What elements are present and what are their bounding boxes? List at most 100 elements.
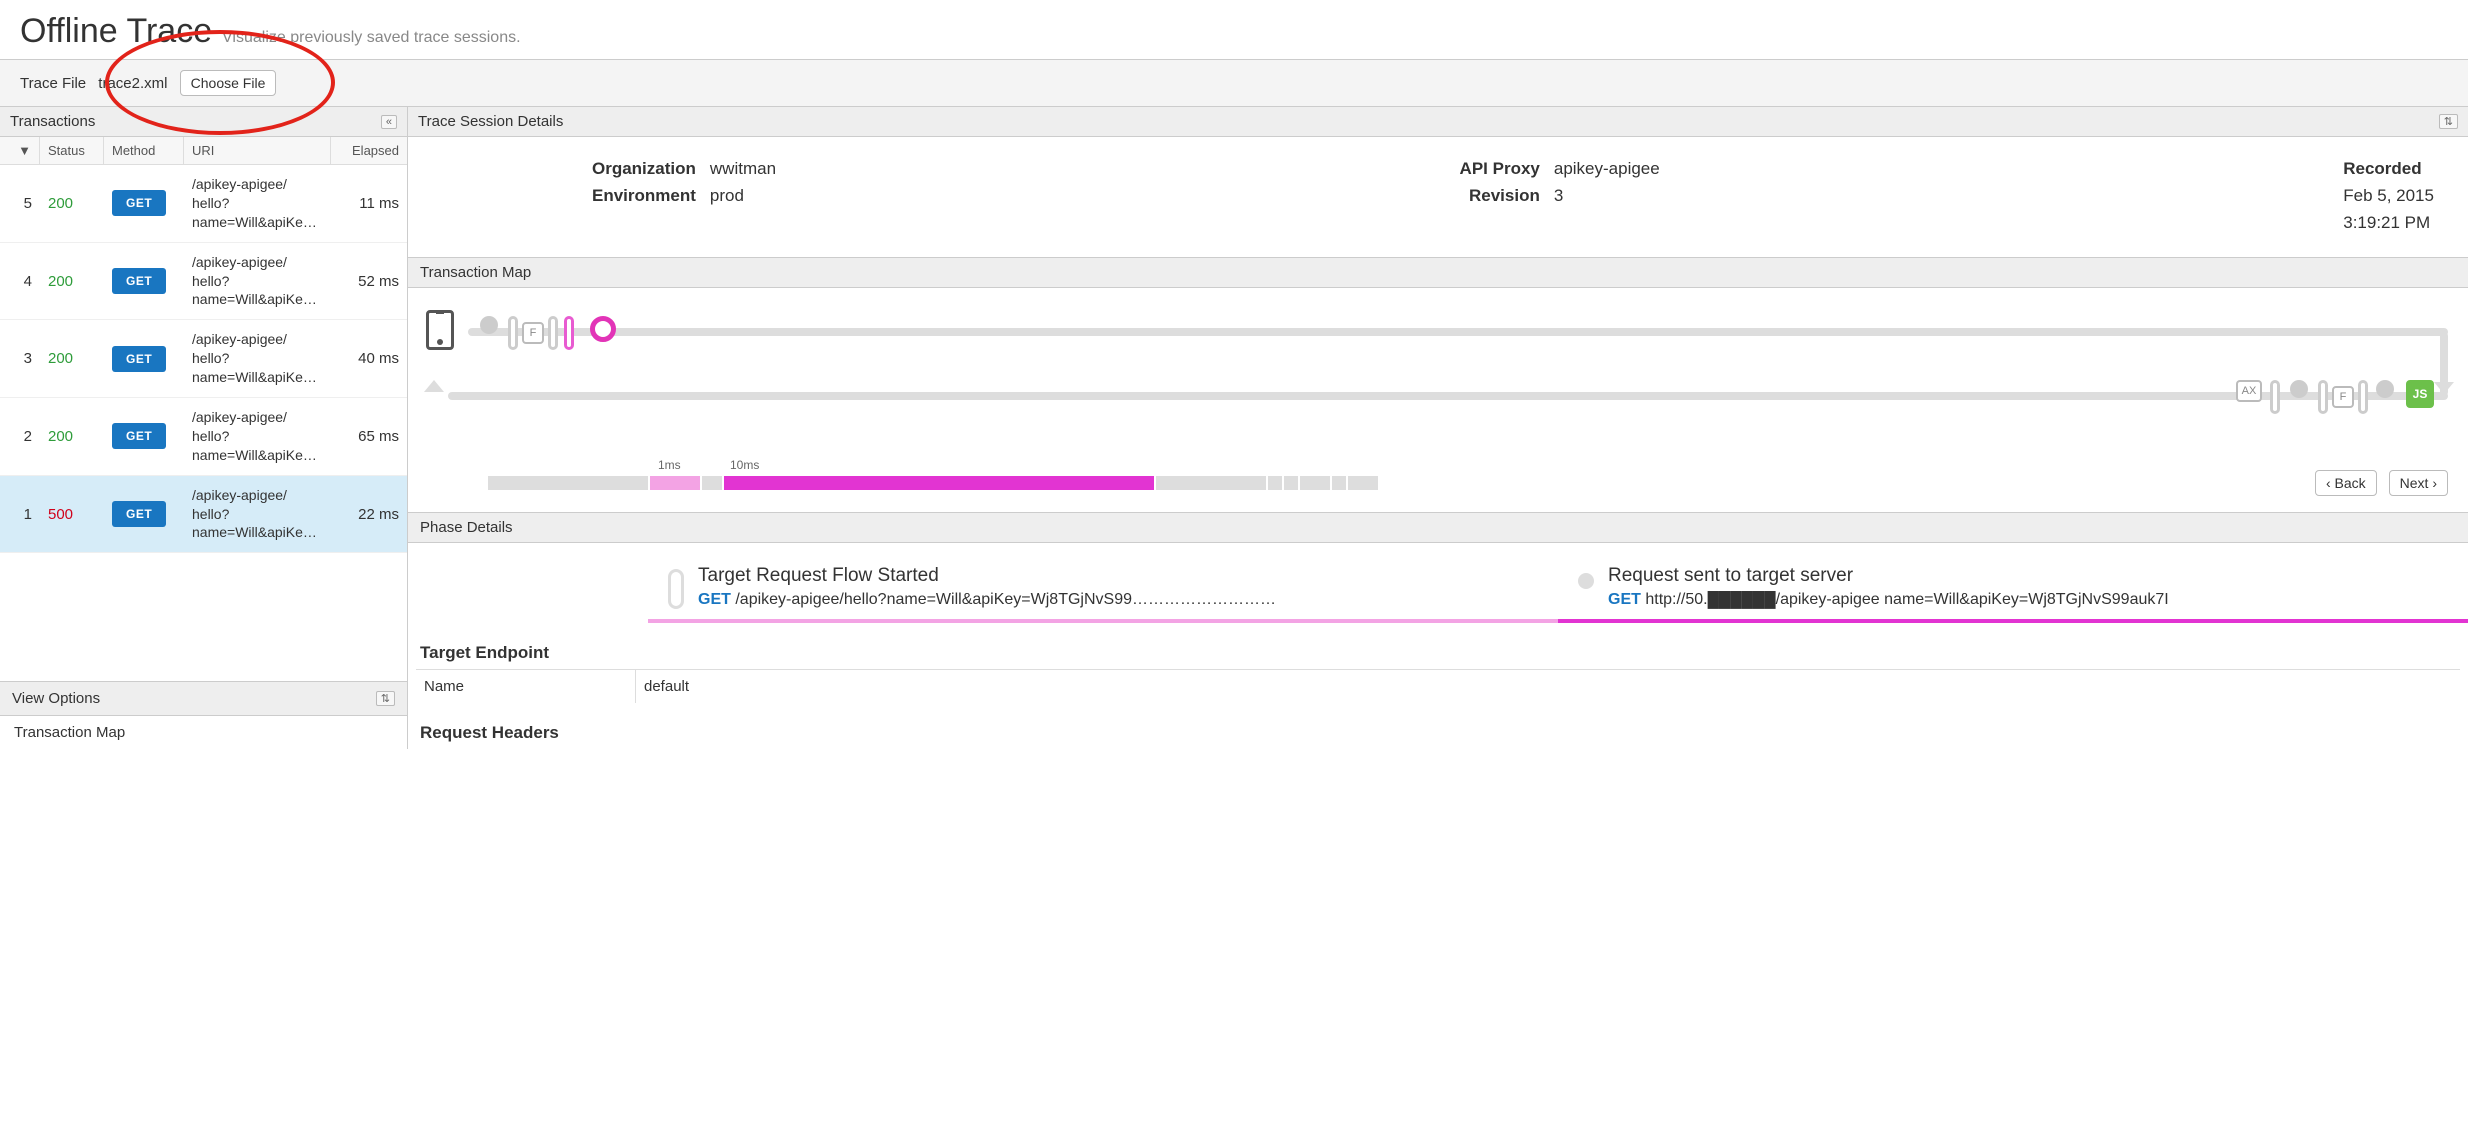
page-subtitle: Visualize previously saved trace session… xyxy=(222,29,521,46)
transaction-row[interactable]: 2200GET/apikey-apigee/hello?name=Will&ap… xyxy=(0,398,407,476)
step-ring-icon xyxy=(590,316,616,342)
tx-status: 200 xyxy=(40,428,104,445)
flow-step[interactable]: AX xyxy=(2236,380,2262,402)
tx-uri: /apikey-apigee/hello?name=Will&apiKe… xyxy=(184,486,331,543)
tx-status: 500 xyxy=(40,506,104,523)
transactions-header: Transactions « xyxy=(0,107,407,137)
tx-index: 2 xyxy=(0,428,40,445)
tx-index: 4 xyxy=(0,273,40,290)
tx-uri: /apikey-apigee/hello?name=Will&apiKe… xyxy=(184,175,331,232)
tx-elapsed: 40 ms xyxy=(331,350,407,367)
proxy-value: apikey-apigee xyxy=(1554,155,1660,182)
tx-elapsed: 65 ms xyxy=(331,428,407,445)
timeline-seg xyxy=(1348,476,1378,490)
tx-elapsed: 22 ms xyxy=(331,506,407,523)
timeline[interactable]: 1ms 10ms xyxy=(488,476,2303,490)
method-pill: GET xyxy=(112,423,166,449)
transaction-row[interactable]: 1500GET/apikey-apigee/hello?name=Will&ap… xyxy=(0,476,407,554)
next-button[interactable]: Next › xyxy=(2389,470,2448,496)
flow-step[interactable]: F xyxy=(508,316,558,350)
back-button[interactable]: ‹ Back xyxy=(2315,470,2377,496)
timeline-row: 1ms 10ms ‹ Back Next › xyxy=(408,458,2468,512)
request-headers-title: Request Headers xyxy=(416,717,2460,749)
timeline-seg xyxy=(1300,476,1330,490)
step-pill-icon xyxy=(548,316,558,350)
flow-step[interactable] xyxy=(480,316,498,334)
phase-card-target-request[interactable]: Target Request Flow Started GET /apikey-… xyxy=(648,557,1558,623)
transactions-column-headers: ▼ Status Method URI Elapsed xyxy=(0,137,407,165)
method-pill: GET xyxy=(112,346,166,372)
col-status[interactable]: Status xyxy=(40,137,104,164)
transactions-title: Transactions xyxy=(10,113,95,130)
view-options-header[interactable]: View Options ⇅ xyxy=(0,681,407,716)
transaction-row[interactable]: 4200GET/apikey-apigee/hello?name=Will&ap… xyxy=(0,243,407,321)
trace-file-label: Trace File xyxy=(20,75,86,92)
client-icon xyxy=(426,310,454,350)
col-uri[interactable]: URI xyxy=(184,137,331,164)
view-options-title: View Options xyxy=(12,690,100,707)
collapse-transactions-button[interactable]: « xyxy=(381,115,397,129)
page-title: Offline Trace xyxy=(20,12,212,51)
http-verb: GET xyxy=(1608,591,1641,608)
transaction-row[interactable]: 3200GET/apikey-apigee/hello?name=Will&ap… xyxy=(0,320,407,398)
target-endpoint-section: Target Endpoint Name default xyxy=(408,623,2468,703)
trace-file-name: trace2.xml xyxy=(98,75,167,92)
env-label: Environment xyxy=(592,182,696,209)
view-options-toggle[interactable]: ⇅ xyxy=(376,691,395,706)
transaction-map-header: Transaction Map xyxy=(408,257,2468,288)
phase-bullet-icon xyxy=(668,569,684,609)
transaction-row[interactable]: 5200GET/apikey-apigee/hello?name=Will&ap… xyxy=(0,165,407,243)
transactions-list: 5 200 GET/apikey-apigee/hello?name=Will&ap… xyxy=(0,165,407,553)
flow-step[interactable] xyxy=(2376,380,2394,398)
endpoint-name-row: Name default xyxy=(416,669,2460,703)
phase-cards: Target Request Flow Started GET /apikey-… xyxy=(408,543,2468,623)
col-elapsed[interactable]: Elapsed xyxy=(331,137,407,164)
tx-method: GET xyxy=(104,423,184,449)
tx-status: 200 xyxy=(40,273,104,290)
flow-step[interactable] xyxy=(564,316,574,350)
timeline-seg xyxy=(488,476,648,490)
timeline-seg xyxy=(702,476,722,490)
tx-elapsed: 11 ms xyxy=(331,195,407,212)
recorded-date: Feb 5, 2015 xyxy=(2343,182,2434,209)
flow-arrow-up-icon xyxy=(424,380,444,392)
timeline-seg xyxy=(1156,476,1266,490)
view-option-transaction-map[interactable]: Transaction Map xyxy=(0,716,407,749)
proxy-label: API Proxy xyxy=(1460,155,1540,182)
transaction-map[interactable]: F JS F AX xyxy=(408,288,2468,458)
flow-target[interactable]: JS xyxy=(2406,380,2434,408)
col-sort[interactable]: ▼ xyxy=(0,137,40,164)
phase-card-request-sent[interactable]: Request sent to target server GET http:/… xyxy=(1558,557,2468,623)
step-dot-icon xyxy=(2290,380,2308,398)
http-verb: GET xyxy=(698,591,731,608)
flow-line-bottom xyxy=(448,392,2448,400)
method-pill: GET xyxy=(112,501,166,527)
details-toggle[interactable]: ⇅ xyxy=(2439,114,2458,129)
step-f-chip: F xyxy=(2332,386,2354,408)
flow-step[interactable]: F xyxy=(2318,380,2368,414)
timeline-label-1ms: 1ms xyxy=(658,458,681,472)
flow-step[interactable] xyxy=(2290,380,2308,398)
step-f-chip: F xyxy=(522,322,544,344)
flow-step[interactable] xyxy=(2270,380,2280,414)
target-endpoint-title: Target Endpoint xyxy=(416,637,2460,669)
step-pill-icon xyxy=(2318,380,2328,414)
step-pill-magenta-icon xyxy=(564,316,574,350)
details-header: Trace Session Details ⇅ xyxy=(408,107,2468,137)
col-method[interactable]: Method xyxy=(104,137,184,164)
flow-step-selected[interactable] xyxy=(590,316,616,342)
step-ax-chip: AX xyxy=(2236,380,2262,402)
tx-index: 5 xyxy=(0,195,40,212)
rev-value: 3 xyxy=(1554,182,1660,209)
timeline-seg xyxy=(1284,476,1298,490)
step-dot-icon xyxy=(2376,380,2394,398)
phase-details-header: Phase Details xyxy=(408,512,2468,543)
step-dot-icon xyxy=(480,316,498,334)
flow-arrow-down-icon xyxy=(2434,382,2454,394)
method-pill: GET xyxy=(112,190,166,216)
tx-index: 3 xyxy=(0,350,40,367)
choose-file-button[interactable]: Choose File xyxy=(180,70,277,96)
trace-file-row: Trace File trace2.xml Choose File xyxy=(0,60,2468,107)
step-pill-icon xyxy=(508,316,518,350)
recorded-label: Recorded xyxy=(2343,155,2434,182)
